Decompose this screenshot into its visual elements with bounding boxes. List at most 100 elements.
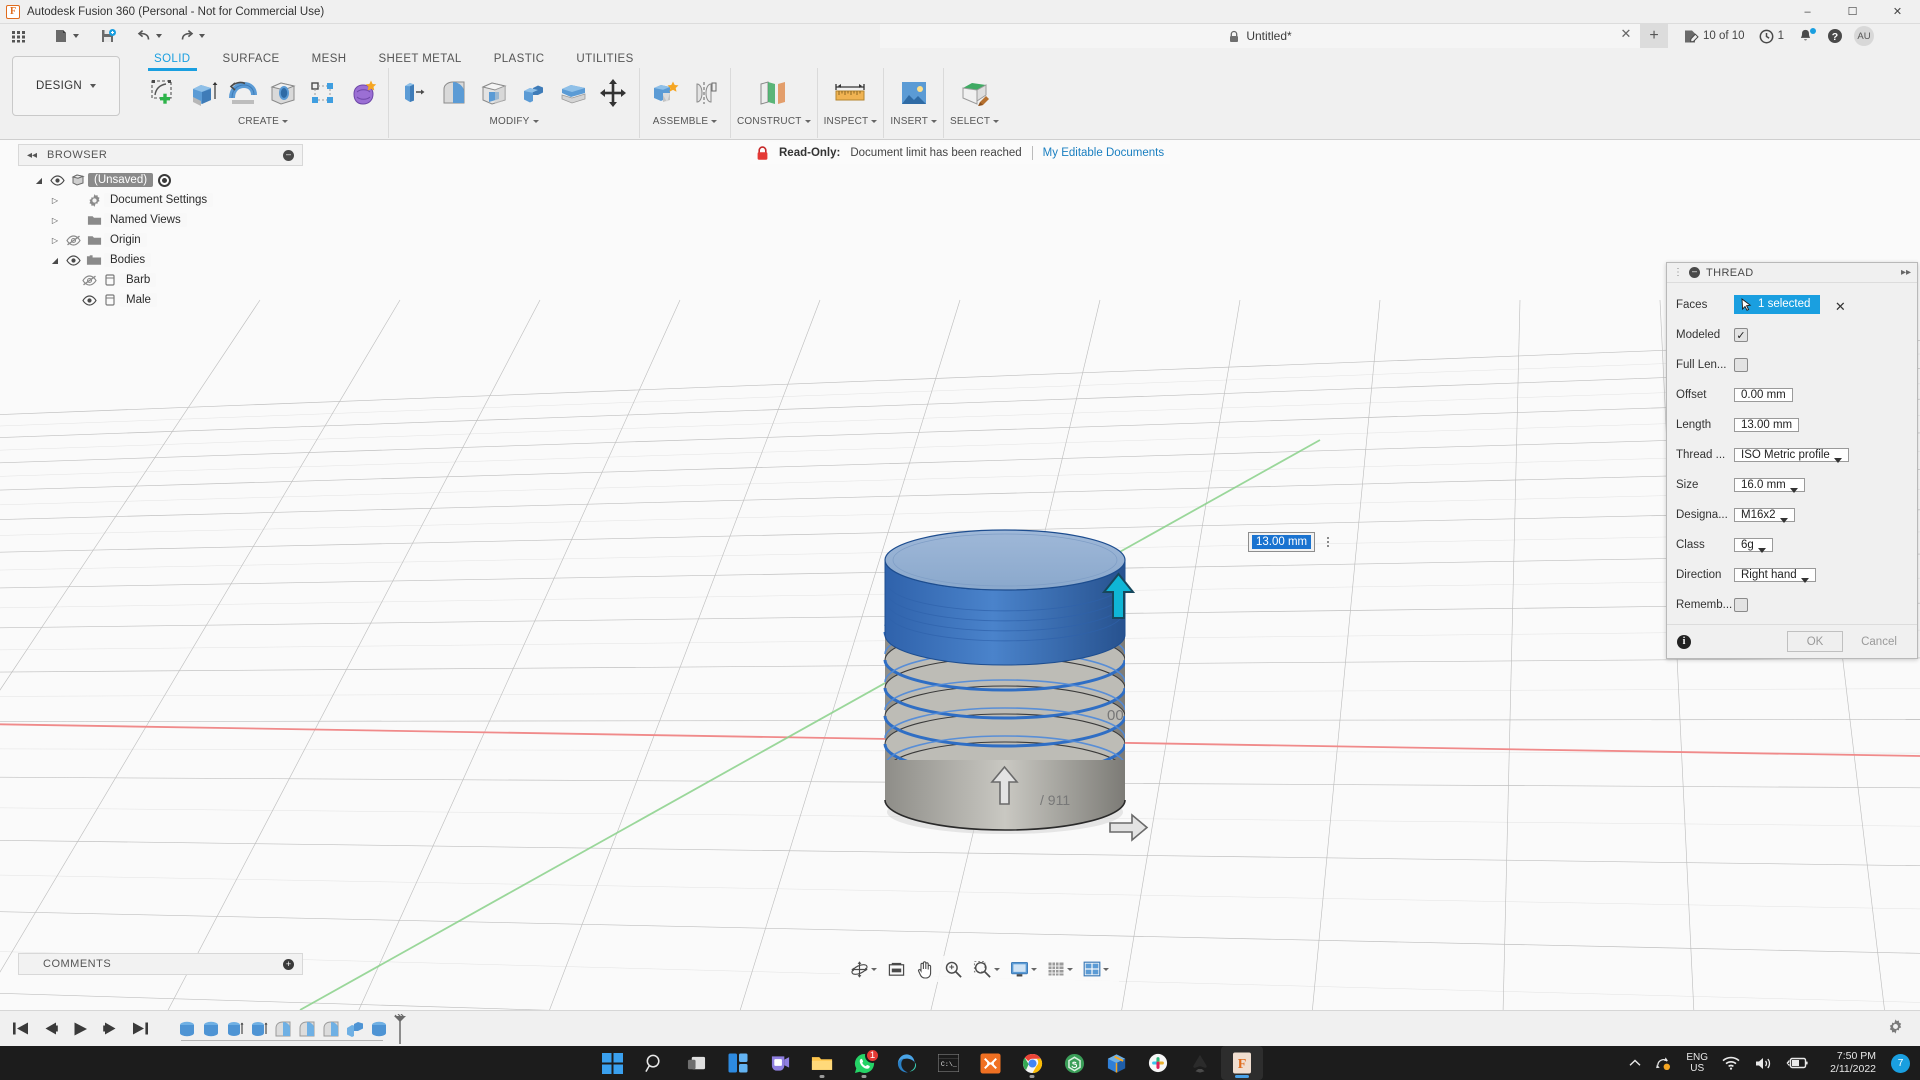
tree-label-male[interactable]: Male xyxy=(120,293,157,307)
shell-icon[interactable] xyxy=(475,71,513,115)
length-input[interactable]: 13.00 mm xyxy=(1734,418,1800,432)
cancel-button[interactable]: Cancel xyxy=(1851,631,1907,652)
minimize-icon[interactable]: – xyxy=(283,149,294,161)
zoom-button[interactable] xyxy=(940,957,967,981)
app-grid-button[interactable] xyxy=(6,24,32,48)
workspace-switcher-button[interactable]: DESIGN xyxy=(12,56,120,116)
tree-label-bodies[interactable]: Bodies xyxy=(104,253,152,267)
timeline-playhead-marker[interactable] xyxy=(391,1013,409,1044)
save-button[interactable] xyxy=(95,24,121,48)
task-view-button[interactable] xyxy=(675,1046,717,1080)
go-to-end-icon[interactable] xyxy=(132,1021,149,1036)
inkscape-button[interactable] xyxy=(1179,1046,1221,1080)
wifi-button[interactable] xyxy=(1715,1046,1747,1080)
volume-button[interactable] xyxy=(1747,1046,1779,1080)
fit-button[interactable] xyxy=(969,957,1004,981)
panel-label-construct[interactable]: CONSTRUCT xyxy=(737,116,811,127)
panel-label-inspect[interactable]: INSPECT xyxy=(824,116,878,127)
canvas-dimension-options-button[interactable] xyxy=(1322,532,1334,552)
expand-triangle-closed-icon[interactable]: ▷ xyxy=(48,236,62,245)
dialog-expand-icon[interactable]: ▸▸ xyxy=(1901,267,1911,278)
xampp-button[interactable] xyxy=(969,1046,1011,1080)
tab-surface[interactable]: SURFACE xyxy=(207,48,296,69)
thread-dialog-header[interactable]: ⋮ – THREAD ▸▸ xyxy=(1667,263,1917,283)
form-icon[interactable] xyxy=(344,71,382,115)
combine-icon[interactable] xyxy=(515,71,553,115)
clock-button[interactable]: 7:50 PM 2/11/2022 xyxy=(1815,1046,1891,1080)
full-length-checkbox[interactable] xyxy=(1734,358,1748,372)
notification-center-badge[interactable]: 7 xyxy=(1891,1053,1910,1073)
faces-selection-chip[interactable]: 1 selected xyxy=(1734,294,1821,314)
comments-panel-header[interactable]: COMMENTS + xyxy=(18,953,303,975)
orbit-button[interactable] xyxy=(846,957,881,981)
tree-row-origin[interactable]: ▷ Origin xyxy=(18,230,318,250)
tab-sheet-metal[interactable]: SHEET METAL xyxy=(362,48,477,69)
activate-component-radio[interactable] xyxy=(158,173,172,187)
terminal-button[interactable]: C:\_ xyxy=(927,1046,969,1080)
size-select[interactable]: 16.0 mm xyxy=(1734,478,1805,493)
tree-label-unsaved[interactable]: (Unsaved) xyxy=(88,173,154,187)
add-comment-icon[interactable]: + xyxy=(283,958,294,970)
fillet-icon[interactable] xyxy=(435,71,473,115)
select-paint-icon[interactable] xyxy=(952,71,998,115)
visibility-eye-icon[interactable] xyxy=(46,174,68,186)
panel-label-create[interactable]: CREATE xyxy=(238,116,289,127)
teams-button[interactable] xyxy=(759,1046,801,1080)
taskbar-search-button[interactable] xyxy=(633,1046,675,1080)
tree-row-barb[interactable]: Barb xyxy=(18,270,318,290)
onedrive-sync-button[interactable] xyxy=(1648,1046,1679,1080)
tab-mesh[interactable]: MESH xyxy=(296,48,363,69)
panel-label-insert[interactable]: INSERT xyxy=(890,116,938,127)
slack-button[interactable] xyxy=(1137,1046,1179,1080)
my-editable-documents-link[interactable]: My Editable Documents xyxy=(1043,147,1164,159)
press-pull-icon[interactable] xyxy=(395,71,433,115)
info-icon[interactable]: i xyxy=(1677,634,1691,649)
panel-label-assemble[interactable]: ASSEMBLE xyxy=(653,116,718,127)
widgets-button[interactable] xyxy=(717,1046,759,1080)
blender-box-button[interactable] xyxy=(1095,1046,1137,1080)
construct-plane-icon[interactable] xyxy=(751,71,797,115)
step-forward-icon[interactable] xyxy=(102,1021,119,1036)
joint-icon[interactable] xyxy=(686,71,724,115)
grid-snaps-button[interactable] xyxy=(1043,957,1077,981)
display-settings-button[interactable] xyxy=(1006,957,1041,981)
fusion360-taskbar-button[interactable]: F xyxy=(1221,1046,1263,1080)
panel-label-modify[interactable]: MODIFY xyxy=(489,116,539,127)
tray-overflow-button[interactable] xyxy=(1622,1046,1648,1080)
chrome-button[interactable] xyxy=(1011,1046,1053,1080)
file-explorer-button[interactable] xyxy=(801,1046,843,1080)
clear-faces-selection-button[interactable]: ✕ xyxy=(1835,299,1846,314)
dialog-minimize-icon[interactable]: – xyxy=(1689,267,1700,278)
offset-input[interactable]: 0.00 mm xyxy=(1734,388,1793,402)
visibility-eye-off-icon[interactable] xyxy=(78,274,100,286)
document-tab-close-button[interactable]: ✕ xyxy=(1616,26,1636,42)
new-document-tab-button[interactable]: + xyxy=(1640,24,1668,48)
look-at-button[interactable] xyxy=(883,957,910,981)
designation-select[interactable]: M16x2 xyxy=(1734,508,1795,523)
thread-type-select[interactable]: ISO Metric profile xyxy=(1734,448,1849,463)
expand-triangle-open-icon[interactable]: ◢ xyxy=(32,176,46,185)
pan-button[interactable] xyxy=(912,957,938,981)
modeled-checkbox[interactable]: ✓ xyxy=(1734,328,1748,342)
visibility-eye-off-icon[interactable] xyxy=(62,234,84,246)
edge-button[interactable] xyxy=(885,1046,927,1080)
language-indicator[interactable]: ENG US xyxy=(1679,1046,1715,1080)
file-menu-button[interactable] xyxy=(48,24,83,48)
insert-image-icon[interactable] xyxy=(891,71,937,115)
go-to-beginning-icon[interactable] xyxy=(12,1021,29,1036)
tab-solid[interactable]: SOLID xyxy=(138,48,207,71)
timeline-settings-button[interactable] xyxy=(1887,1018,1904,1040)
collapse-left-icon[interactable]: ◂◂ xyxy=(27,150,37,161)
close-button[interactable]: ✕ xyxy=(1875,0,1920,24)
pattern-icon[interactable] xyxy=(304,71,342,115)
thread-dialog[interactable]: ⋮ – THREAD ▸▸ Faces 1 selected ✕ Modeled… xyxy=(1666,262,1918,659)
canvas-dimension-value[interactable]: 13.00 mm xyxy=(1252,535,1312,549)
extrude-icon[interactable] xyxy=(184,71,222,115)
visibility-eye-icon[interactable] xyxy=(78,294,100,306)
offset-face-icon[interactable] xyxy=(555,71,593,115)
browser-header[interactable]: ◂◂ BROWSER – xyxy=(18,144,303,166)
remember-size-checkbox[interactable] xyxy=(1734,598,1748,612)
tree-label-named-views[interactable]: Named Views xyxy=(104,213,187,227)
tree-row-bodies[interactable]: ◢ Bodies xyxy=(18,250,318,270)
move-copy-icon[interactable] xyxy=(595,71,633,115)
